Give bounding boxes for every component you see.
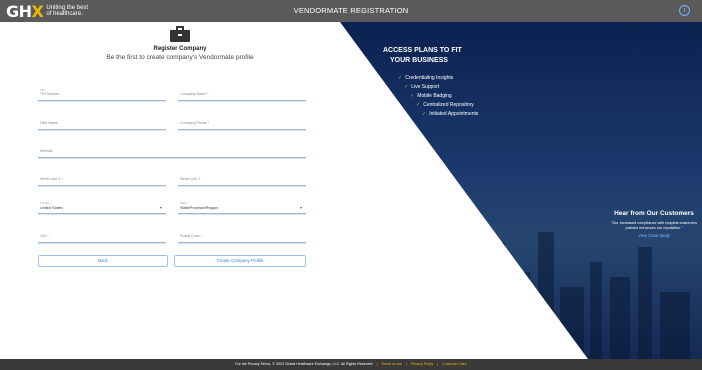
street-line-2-field[interactable]: Street Line 2 (178, 172, 306, 186)
company-name-placeholder: Company Name * (180, 92, 209, 96)
hero-background (340, 22, 702, 359)
info-icon[interactable]: i (679, 5, 690, 16)
country-select[interactable]: Country * United States ▾ (38, 200, 166, 214)
logo-wordmark: GHX (6, 1, 44, 21)
state-select[interactable]: State * State/Province/Region ▾ (178, 200, 306, 214)
chevron-down-icon: ▾ (159, 205, 162, 210)
street-line-2-placeholder: Street Line 2 (180, 177, 201, 181)
chevron-down-icon: ▾ (299, 205, 302, 210)
dba-name-placeholder: DBA Name (40, 121, 58, 125)
postal-code-placeholder: Postal Code * (180, 234, 202, 238)
company-name-field[interactable]: Company Name * (178, 87, 306, 101)
country-label: Country * (40, 201, 52, 205)
page-title: VENDORMATE REGISTRATION (293, 6, 409, 15)
customer-care-link[interactable]: Customer Care (442, 362, 466, 366)
ghx-logo[interactable]: GHX Uniting the best of healthcare. (6, 1, 90, 21)
city-placeholder: City * (40, 234, 49, 238)
dba-name-field[interactable]: DBA Name (38, 116, 166, 130)
state-label: State * (180, 201, 189, 205)
briefcase-icon (170, 26, 190, 42)
form-title: Register Company (153, 46, 207, 52)
terms-of-use-link[interactable]: Terms of use (381, 362, 402, 366)
footer-copyright: For the Privacy Terms, © 2023 Global Hea… (235, 362, 373, 366)
tin-placeholder: TIN Number (40, 92, 60, 96)
company-phone-placeholder: Company Phone * (180, 121, 210, 125)
company-phone-field[interactable]: Company Phone * (178, 116, 306, 130)
form-header: Register Company Be the first to create … (90, 26, 270, 61)
postal-code-field[interactable]: Postal Code * (178, 229, 306, 243)
logo-tagline: Uniting the best of healthcare. (46, 5, 89, 17)
website-placeholder: Website (40, 149, 53, 153)
city-field[interactable]: City * (38, 229, 166, 243)
tin-field[interactable]: TIN TIN Number (38, 87, 166, 101)
privacy-policy-link[interactable]: Privacy Policy (411, 362, 433, 366)
form-subtitle: Be the first to create company's Vendorm… (106, 54, 254, 61)
street-line-1-field[interactable]: Street Line 1 * (38, 172, 166, 186)
country-value: United States (40, 206, 63, 210)
city-skyline (360, 172, 702, 359)
street-line-1-placeholder: Street Line 1 * (40, 177, 63, 181)
back-button[interactable]: Back (38, 255, 168, 267)
state-value: State/Province/Region (180, 206, 218, 210)
footer: For the Privacy Terms, © 2023 Global Hea… (0, 359, 702, 370)
top-bar: GHX Uniting the best of healthcare. VEND… (0, 0, 702, 22)
create-company-profile-button[interactable]: Create Company Profile (174, 255, 306, 267)
website-field[interactable]: Website (38, 144, 306, 158)
